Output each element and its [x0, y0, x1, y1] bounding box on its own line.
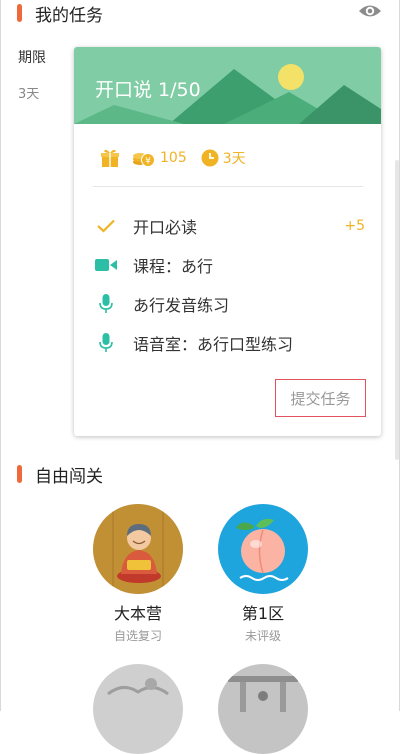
task-label: あ行发音练习 [133, 296, 230, 315]
clock-icon [201, 149, 219, 167]
free-levels-header: 自由闯关 [0, 463, 103, 487]
task-points: +5 [344, 218, 365, 234]
task-item[interactable]: あ行发音练习 [95, 292, 365, 316]
level-locked[interactable] [218, 664, 308, 754]
check-icon [95, 215, 117, 237]
task-label: 开口必读 [133, 218, 198, 237]
level-name: 第1区 [241, 604, 285, 623]
task-item[interactable]: 开口必读 +5 [95, 214, 365, 238]
level-base-camp[interactable]: 大本营 自选复习 [93, 504, 183, 644]
coins-value: 105 [160, 150, 187, 166]
period-label: 期限 [18, 50, 46, 66]
task-item[interactable]: 课程：あ行 [95, 253, 365, 277]
submit-task-button[interactable]: 提交任务 [275, 379, 366, 417]
my-tasks-header: 我的任务 [0, 2, 103, 26]
task-card: 开口说 1/50 ¥ 105 3天 开口必读 +5 课程：あ行 あ行发音练习 语… [74, 47, 381, 436]
time-value: 3天 [222, 151, 246, 167]
card-title: 开口说 1/50 [95, 79, 201, 101]
free-levels-title: 自由闯关 [35, 466, 103, 487]
scrollbar[interactable] [395, 160, 399, 460]
section-accent-bar [17, 4, 22, 22]
svg-text:¥: ¥ [145, 157, 151, 167]
my-tasks-title: 我的任务 [35, 5, 103, 26]
task-label: 语音室：あ行口型练习 [133, 335, 294, 354]
task-label: 课程：あ行 [133, 257, 214, 276]
divider [93, 186, 363, 187]
level-name: 大本营 [113, 604, 162, 623]
video-camera-icon [95, 254, 117, 276]
level-locked[interactable] [93, 664, 183, 754]
left-border [0, 0, 1, 711]
microphone-icon [95, 332, 117, 354]
locked-level-badge[interactable] [93, 664, 183, 754]
locked-level-badge[interactable] [218, 664, 308, 754]
coins-icon: ¥ [132, 148, 156, 168]
zone-1-badge[interactable] [218, 504, 308, 594]
eye-icon[interactable] [357, 0, 383, 22]
reward-row: ¥ 105 3天 [100, 147, 246, 169]
card-banner: 开口说 1/50 [74, 47, 381, 124]
level-subtitle: 自选复习 [113, 629, 162, 643]
task-item[interactable]: 语音室：あ行口型练习 [95, 331, 365, 355]
gift-icon [100, 148, 120, 168]
section-accent-bar [17, 465, 22, 483]
level-zone-1[interactable]: 第1区 未评级 [218, 504, 308, 644]
level-subtitle: 未评级 [244, 629, 281, 643]
base-camp-badge[interactable] [93, 504, 183, 594]
period-value: 3天 [18, 87, 40, 102]
microphone-icon [95, 293, 117, 315]
